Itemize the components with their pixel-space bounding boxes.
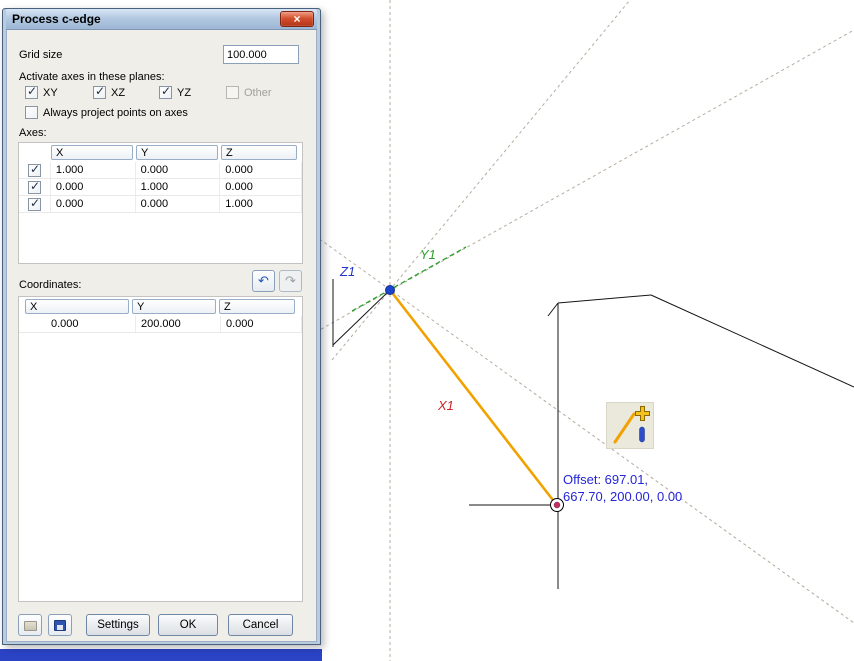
edge-left-diagonal	[332, 289, 391, 346]
checkbox-box-xy[interactable]: ✓	[25, 84, 38, 99]
coordinate-cell-z[interactable]: 0.000	[221, 316, 302, 332]
construction-y-direction-line	[299, 29, 854, 342]
check-icon: ✓	[29, 195, 40, 210]
undo-button[interactable]: ↶	[252, 270, 275, 292]
axes-cell-z[interactable]: 0.000	[220, 162, 303, 178]
axes-row: ✓ 1.000 0.000 0.000	[19, 161, 303, 179]
plane-label-xy: XY	[43, 87, 58, 99]
plane-label-yz: YZ	[177, 87, 192, 99]
axes-cell-x[interactable]: 0.000	[51, 196, 136, 212]
edge-top-horizontal	[557, 294, 652, 304]
axes-table: X Y Z ✓ 1.000 0.000 0.000 ✓ 0.000 1.000 …	[18, 142, 303, 264]
dialog-title: Process c-edge	[12, 12, 101, 26]
check-icon: ✓	[95, 84, 106, 98]
dialog-body: Grid size Activate axes in these planes:…	[6, 30, 317, 642]
coordinates-row: 0.000 200.000 0.000	[19, 316, 302, 333]
checkbox-box-xz[interactable]: ✓	[93, 84, 106, 99]
construction-diagonal-line	[299, 224, 854, 624]
plane-checkbox-other: Other	[226, 86, 272, 99]
undo-icon: ↶	[258, 273, 269, 288]
coordinates-table: X Y Z 0.000 200.000 0.000	[18, 296, 303, 602]
edge-top-notch	[547, 302, 559, 317]
grid-size-input[interactable]	[223, 45, 299, 64]
axes-table-header: X Y Z	[19, 143, 302, 162]
close-icon: ×	[293, 12, 301, 26]
save-button[interactable]	[48, 614, 72, 636]
z1-axis-label: Z1	[340, 264, 356, 279]
check-icon: ✓	[29, 178, 40, 193]
checkbox-box-project[interactable]	[25, 106, 38, 119]
check-icon: ✓	[161, 84, 172, 98]
axes-header-x: X	[51, 145, 133, 160]
axes-cell-x[interactable]: 1.000	[51, 162, 136, 178]
model-edges	[332, 279, 854, 589]
process-c-edge-dialog: Process c-edge × Grid size Activate axes…	[2, 8, 321, 645]
coordinates-header-z: Z	[219, 299, 295, 314]
check-icon: ✓	[27, 84, 38, 98]
axes-row-checkbox[interactable]: ✓	[27, 195, 41, 211]
edge-top-right-diagonal	[650, 294, 854, 388]
plane-checkbox-xz[interactable]: ✓ XZ	[93, 84, 126, 99]
coordinate-cell-y[interactable]: 200.000	[136, 316, 221, 332]
axes-header-y: Y	[136, 145, 218, 160]
y1-axis-line	[351, 246, 467, 312]
axes-cell-y[interactable]: 1.000	[136, 179, 221, 195]
redo-icon: ↷	[285, 273, 296, 288]
coordinates-header-y: Y	[132, 299, 216, 314]
axes-row: ✓ 0.000 1.000 0.000	[19, 178, 303, 196]
offset-tooltip: Offset: 697.01, 667.70, 200.00, 0.00	[563, 471, 682, 505]
axes-cell-x[interactable]: 0.000	[51, 179, 136, 195]
axes-cell-z[interactable]: 1.000	[220, 196, 303, 212]
project-points-label: Always project points on axes	[43, 107, 188, 119]
axes-label: Axes:	[19, 127, 47, 139]
plane-checkbox-yz[interactable]: ✓ YZ	[159, 84, 192, 99]
origin-point	[385, 285, 395, 295]
redo-button[interactable]: ↷	[279, 270, 302, 292]
y1-axis-label: Y1	[420, 247, 436, 262]
dialog-titlebar[interactable]: Process c-edge ×	[6, 9, 317, 30]
settings-button[interactable]: Settings	[86, 614, 150, 636]
axes-cell-z[interactable]: 0.000	[220, 179, 303, 195]
save-icon	[54, 620, 66, 631]
plane-label-xz: XZ	[111, 87, 126, 99]
axes-cell-y[interactable]: 0.000	[136, 196, 221, 212]
open-button[interactable]	[18, 614, 42, 636]
coordinates-header-x: X	[25, 299, 129, 314]
ok-button[interactable]: OK	[158, 614, 218, 636]
checkbox-box-yz[interactable]: ✓	[159, 84, 172, 99]
coordinates-label: Coordinates:	[19, 279, 82, 291]
checkbox-box-other	[226, 86, 239, 99]
plane-checkbox-xy[interactable]: ✓ XY	[25, 84, 58, 99]
x1-axis-active-line[interactable]	[388, 289, 558, 505]
axes-row: ✓ 0.000 0.000 1.000	[19, 195, 303, 213]
cancel-button[interactable]: Cancel	[228, 614, 293, 636]
planes-label: Activate axes in these planes:	[19, 71, 165, 83]
close-button[interactable]: ×	[280, 11, 314, 27]
axes-row-checkbox[interactable]: ✓	[27, 178, 41, 194]
check-icon: ✓	[29, 161, 40, 176]
coordinate-cell-x[interactable]: 0.000	[19, 316, 136, 332]
axes-cell-y[interactable]: 0.000	[136, 162, 221, 178]
grid-size-label: Grid size	[19, 49, 63, 61]
tool-cursor-icon	[606, 402, 654, 449]
offset-tooltip-line1: Offset: 697.01,	[563, 472, 649, 487]
background-window-edge	[0, 649, 322, 661]
construction-steep-line	[331, 0, 631, 361]
app-stage: Z1 Y1 X1 Offset: 697.01, 667.70, 200.00,…	[0, 0, 854, 661]
snap-point-marker	[550, 498, 564, 512]
offset-tooltip-line2: 667.70, 200.00, 0.00	[563, 489, 683, 504]
axes-header-z: Z	[221, 145, 297, 160]
x1-axis-label: X1	[438, 398, 454, 413]
folder-icon	[23, 621, 37, 631]
axes-row-checkbox[interactable]: ✓	[27, 161, 41, 177]
construction-lines	[299, 0, 854, 661]
coordinates-table-header: X Y Z	[19, 297, 302, 316]
plane-label-other: Other	[244, 87, 272, 99]
project-points-checkbox[interactable]: Always project points on axes	[25, 106, 188, 119]
